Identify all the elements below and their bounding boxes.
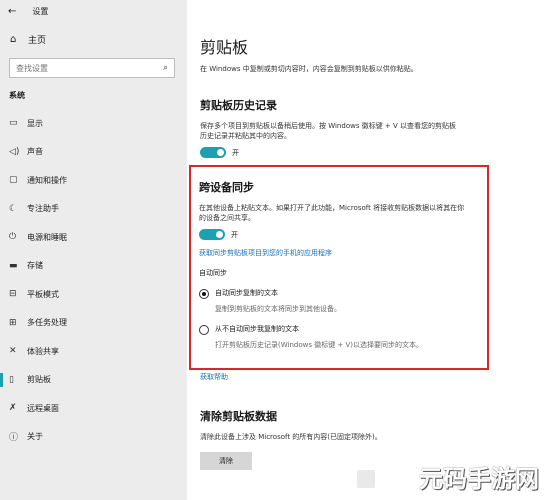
sidebar-item-label: 存储 — [27, 261, 43, 271]
sidebar-item-display[interactable]: ▭ 显示 — [0, 109, 187, 138]
sidebar-item-remote[interactable]: ✗ 远程桌面 — [0, 394, 187, 423]
sidebar-item-label: 多任务处理 — [27, 318, 67, 328]
clear-section: 获取帮助 清除剪贴板数据 清除此设备上涉及 Microsoft 的所有内容(已固… — [200, 372, 520, 470]
manual-sync-option[interactable]: 从不自动同步我复制的文本 打开剪贴板历史记录(Windows 徽标键 + V)以… — [199, 324, 479, 350]
sidebar-item-focus[interactable]: ☾ 专注助手 — [0, 195, 187, 224]
section-title: 系统 — [9, 91, 25, 100]
auto-sync-label: 自动同步 — [199, 269, 227, 277]
sidebar-item-tablet[interactable]: ⊟ 平板模式 — [0, 280, 187, 309]
sidebar-item-label: 显示 — [27, 118, 43, 128]
watermark: 元码手游网 — [419, 465, 539, 493]
search-icon[interactable]: ⌕ — [163, 63, 168, 73]
sidebar-item-label: 体验共享 — [27, 346, 59, 356]
sidebar-item-notifications[interactable]: ▢ 通知和操作 — [0, 166, 187, 195]
clear-button[interactable]: 清除 — [200, 452, 252, 470]
title-bar: ← 设置 — [0, 0, 187, 22]
auto-sync-option-desc: 复制到剪贴板的文本将同步到其他设备。 — [215, 305, 341, 313]
auto-sync-radio[interactable] — [199, 289, 209, 299]
app-title: 设置 — [32, 6, 49, 16]
sync-description: 在其他设备上粘贴文本。如果打开了此功能，Microsoft 将接收剪贴板数据以将… — [199, 204, 465, 222]
moon-icon: ☾ — [9, 203, 18, 214]
sidebar-item-storage[interactable]: ▬ 存储 — [0, 252, 187, 281]
sidebar-item-label: 电源和睡眠 — [27, 232, 67, 242]
remote-icon: ✗ — [9, 403, 17, 414]
sidebar-item-label: 关于 — [27, 432, 43, 442]
search-box[interactable]: ⌕ — [9, 58, 175, 78]
page-subtitle: 在 Windows 中复制或剪切内容时，内容会复制到剪贴板以供你粘贴。 — [200, 65, 418, 73]
home-link[interactable]: ⌂ 主页 — [0, 28, 187, 50]
back-arrow-icon[interactable]: ← — [8, 6, 16, 17]
page-title: 剪贴板 — [200, 38, 249, 57]
get-app-link[interactable]: 获取同步剪贴板项目到您的手机的应用程序 — [199, 248, 479, 258]
tablet-icon: ⊟ — [9, 289, 17, 300]
clear-heading: 清除剪贴板数据 — [200, 410, 277, 423]
nav-list: ▭ 显示 ◁) 声音 ▢ 通知和操作 ☾ 专注助手 ⏻ 电源和睡眠 ▬ 存储 ⊟ 平板模式 ⊞… — [0, 109, 187, 451]
sync-toggle[interactable] — [199, 229, 225, 240]
sidebar-item-label: 剪贴板 — [27, 375, 51, 385]
sidebar-item-about[interactable]: ⓘ 关于 — [0, 423, 187, 452]
sidebar-item-label: 通知和操作 — [27, 175, 67, 185]
manual-sync-radio[interactable] — [199, 325, 209, 335]
sidebar-item-power[interactable]: ⏻ 电源和睡眠 — [0, 223, 187, 252]
manual-sync-option-desc: 打开剪贴板历史记录(Windows 徽标键 + V)以选择要同步的文本。 — [215, 341, 424, 349]
share-icon: ✕ — [9, 346, 17, 357]
sidebar-item-label: 专注助手 — [27, 204, 59, 214]
sidebar-item-clipboard[interactable]: ▯ 剪贴板 — [0, 366, 187, 395]
history-toggle[interactable] — [200, 147, 226, 158]
home-label: 主页 — [28, 35, 47, 46]
history-toggle-label: 开 — [232, 148, 239, 157]
notification-icon: ▢ — [9, 175, 18, 186]
watermark-logo-icon — [355, 468, 377, 490]
monitor-icon: ▭ — [9, 118, 18, 129]
home-icon: ⌂ — [10, 33, 17, 45]
sidebar-item-share[interactable]: ✕ 体验共享 — [0, 337, 187, 366]
sidebar-item-label: 声音 — [27, 147, 43, 157]
manual-sync-option-title: 从不自动同步我复制的文本 — [215, 325, 299, 333]
power-icon: ⏻ — [9, 232, 17, 243]
sync-section: 跨设备同步 在其他设备上粘贴文本。如果打开了此功能，Microsoft 将接收剪… — [189, 165, 489, 370]
multitask-icon: ⊞ — [9, 317, 17, 328]
sidebar-item-label: 远程桌面 — [27, 403, 59, 413]
storage-icon: ▬ — [9, 260, 18, 271]
clear-description: 清除此设备上涉及 Microsoft 的所有内容(已固定项除外)。 — [200, 433, 382, 441]
history-description: 保存多个项目到剪贴板以备稍后使用。按 Windows 徽标键 + V 以查看您的… — [200, 122, 457, 140]
history-heading: 剪贴板历史记录 — [200, 99, 277, 112]
sidebar-item-sound[interactable]: ◁) 声音 — [0, 138, 187, 167]
clipboard-icon: ▯ — [9, 374, 14, 385]
info-icon: ⓘ — [9, 433, 19, 444]
main-content: 剪贴板 在 Windows 中复制或剪切内容时，内容会复制到剪贴板以供你粘贴。 … — [187, 0, 547, 500]
sidebar-item-label: 平板模式 — [27, 289, 59, 299]
sidebar: ← 设置 ⌂ 主页 ⌕ 系统 ▭ 显示 ◁) 声音 ▢ 通知和操作 ☾ 专注助手 ⏻ 电源… — [0, 0, 187, 500]
auto-sync-option[interactable]: 自动同步复制的文本 复制到剪贴板的文本将同步到其他设备。 — [199, 288, 479, 314]
sound-icon: ◁) — [9, 146, 20, 157]
auto-sync-option-title: 自动同步复制的文本 — [215, 289, 278, 297]
sidebar-item-multitask[interactable]: ⊞ 多任务处理 — [0, 309, 187, 338]
search-input[interactable] — [16, 63, 146, 73]
help-link[interactable]: 获取帮助 — [200, 372, 520, 382]
history-toggle-row: 开 — [200, 147, 547, 158]
sync-toggle-label: 开 — [231, 230, 238, 239]
sync-heading: 跨设备同步 — [199, 181, 254, 194]
sync-toggle-row: 开 — [199, 229, 479, 240]
